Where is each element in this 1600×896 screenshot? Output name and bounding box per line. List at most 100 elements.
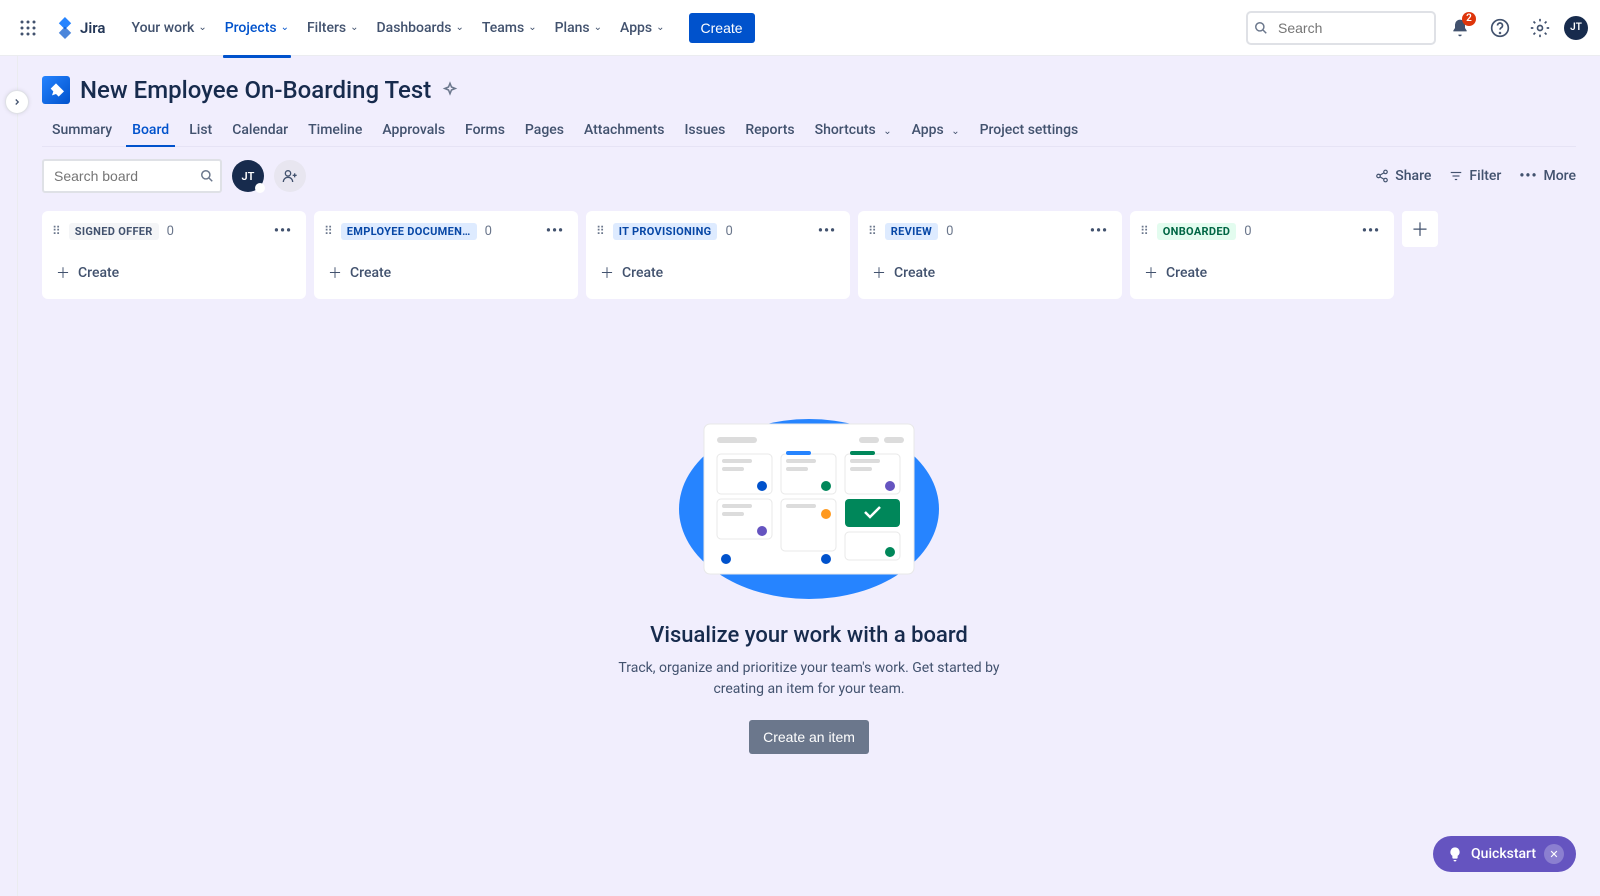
board-column: ⠿ EMPLOYEE DOCUMEN… 0 ••• ＋Create — [314, 211, 578, 299]
board-search — [42, 159, 222, 193]
board-columns: ⠿ SIGNED OFFER 0 ••• ＋Create ⠿ EMPLOYEE DOCUME… — [42, 211, 1576, 299]
nav-item-apps[interactable]: Apps⌄ — [612, 14, 673, 42]
board-column: ⠿ ONBOARDED 0 ••• ＋Create — [1130, 211, 1394, 299]
column-more-button[interactable]: ••• — [814, 221, 840, 241]
column-create-button[interactable]: ＋Create — [52, 257, 296, 289]
column-count: 0 — [946, 224, 953, 239]
column-count: 0 — [1244, 224, 1251, 239]
tab-approvals[interactable]: Approvals — [372, 114, 455, 146]
notification-badge: 2 — [1462, 12, 1476, 26]
nav-item-dashboards[interactable]: Dashboards⌄ — [369, 14, 472, 42]
column-name[interactable]: SIGNED OFFER — [69, 223, 159, 240]
plus-icon: ＋ — [872, 263, 886, 283]
global-search — [1246, 11, 1436, 45]
drag-handle-icon[interactable]: ⠿ — [868, 224, 877, 238]
more-button[interactable]: ••• More — [1519, 168, 1576, 184]
share-button[interactable]: Share — [1375, 168, 1431, 184]
nav-items: Your work⌄Projects⌄Filters⌄Dashboards⌄Te… — [123, 14, 672, 42]
column-count: 0 — [725, 224, 732, 239]
tab-timeline[interactable]: Timeline — [298, 114, 372, 146]
atlassian-intelligence-icon[interactable] — [441, 81, 459, 99]
filter-button[interactable]: Filter — [1449, 168, 1501, 184]
plus-icon: ＋ — [56, 263, 70, 283]
drag-handle-icon[interactable]: ⠿ — [596, 224, 605, 238]
add-column-button[interactable]: ＋ — [1402, 211, 1438, 247]
board-column: ⠿ IT PROVISIONING 0 ••• ＋Create — [586, 211, 850, 299]
notifications-icon[interactable]: 2 — [1444, 12, 1476, 44]
help-icon[interactable] — [1484, 12, 1516, 44]
nav-item-plans[interactable]: Plans⌄ — [547, 14, 610, 42]
assignee-avatar[interactable]: JT — [232, 160, 264, 192]
add-people-button[interactable] — [274, 160, 306, 192]
board-search-input[interactable] — [42, 159, 222, 193]
column-more-button[interactable]: ••• — [1086, 221, 1112, 241]
nav-item-filters[interactable]: Filters⌄ — [299, 14, 367, 42]
column-more-button[interactable]: ••• — [542, 221, 568, 241]
column-create-button[interactable]: ＋Create — [596, 257, 840, 289]
nav-item-projects[interactable]: Projects⌄ — [217, 14, 297, 42]
jira-icon — [54, 17, 76, 39]
column-create-button[interactable]: ＋Create — [868, 257, 1112, 289]
settings-icon[interactable] — [1524, 12, 1556, 44]
drag-handle-icon[interactable]: ⠿ — [1140, 224, 1149, 238]
drag-handle-icon[interactable]: ⠿ — [324, 224, 333, 238]
chevron-down-icon: ⌄ — [198, 22, 206, 33]
nav-item-your-work[interactable]: Your work⌄ — [123, 14, 214, 42]
top-navigation: Jira Your work⌄Projects⌄Filters⌄Dashboar… — [0, 0, 1600, 56]
quickstart-label: Quickstart — [1471, 846, 1536, 862]
chevron-down-icon: ⌄ — [951, 126, 959, 137]
lightbulb-icon — [1447, 846, 1463, 862]
tab-shortcuts[interactable]: Shortcuts ⌄ — [805, 114, 902, 146]
tab-project-settings[interactable]: Project settings — [970, 114, 1089, 146]
tab-forms[interactable]: Forms — [455, 114, 515, 146]
empty-state: Visualize your work with a board Track, … — [599, 399, 1019, 754]
column-count: 0 — [167, 224, 174, 239]
tab-pages[interactable]: Pages — [515, 114, 574, 146]
project-header: New Employee On-Boarding Test — [42, 76, 1576, 104]
project-title: New Employee On-Boarding Test — [80, 76, 431, 104]
more-label: More — [1543, 168, 1576, 184]
column-name[interactable]: EMPLOYEE DOCUMEN… — [341, 223, 477, 240]
board-column: ⠿ SIGNED OFFER 0 ••• ＋Create — [42, 211, 306, 299]
tab-board[interactable]: Board — [122, 114, 179, 146]
chevron-down-icon: ⌄ — [281, 22, 289, 33]
create-item-button[interactable]: Create an item — [749, 720, 869, 754]
column-name[interactable]: ONBOARDED — [1157, 223, 1236, 240]
board-column: ⠿ REVIEW 0 ••• ＋Create — [858, 211, 1122, 299]
drag-handle-icon[interactable]: ⠿ — [52, 224, 61, 238]
chevron-down-icon: ⌄ — [528, 22, 536, 33]
sidebar-collapsed — [0, 56, 18, 896]
column-create-button[interactable]: ＋Create — [324, 257, 568, 289]
column-name[interactable]: REVIEW — [885, 223, 938, 240]
column-more-button[interactable]: ••• — [1358, 221, 1384, 241]
tab-issues[interactable]: Issues — [674, 114, 735, 146]
app-switcher-icon[interactable] — [12, 12, 44, 44]
project-tabs: SummaryBoardListCalendarTimelineApproval… — [42, 114, 1576, 147]
create-button[interactable]: Create — [689, 13, 755, 43]
column-more-button[interactable]: ••• — [270, 221, 296, 241]
tab-reports[interactable]: Reports — [735, 114, 804, 146]
empty-state-description: Track, organize and prioritize your team… — [599, 658, 1019, 700]
quickstart-button[interactable]: Quickstart ✕ — [1433, 836, 1576, 872]
empty-state-illustration — [659, 399, 959, 599]
quickstart-close-button[interactable]: ✕ — [1544, 844, 1564, 864]
tab-attachments[interactable]: Attachments — [574, 114, 674, 146]
user-avatar[interactable]: JT — [1564, 16, 1588, 40]
chevron-down-icon: ⌄ — [455, 22, 463, 33]
jira-logo[interactable]: Jira — [48, 17, 111, 39]
tab-calendar[interactable]: Calendar — [222, 114, 298, 146]
search-icon — [1254, 21, 1268, 35]
jira-logo-text: Jira — [80, 19, 105, 37]
tab-list[interactable]: List — [179, 114, 222, 146]
column-create-button[interactable]: ＋Create — [1140, 257, 1384, 289]
tab-apps[interactable]: Apps ⌄ — [902, 114, 970, 146]
plus-icon: ＋ — [1144, 263, 1158, 283]
sidebar-expand-button[interactable] — [5, 90, 29, 114]
chevron-down-icon: ⌄ — [594, 22, 602, 33]
nav-item-teams[interactable]: Teams⌄ — [474, 14, 545, 42]
tab-summary[interactable]: Summary — [42, 114, 122, 146]
search-input[interactable] — [1246, 11, 1436, 45]
chevron-down-icon: ⌄ — [656, 22, 664, 33]
column-count: 0 — [485, 224, 492, 239]
column-name[interactable]: IT PROVISIONING — [613, 223, 718, 240]
